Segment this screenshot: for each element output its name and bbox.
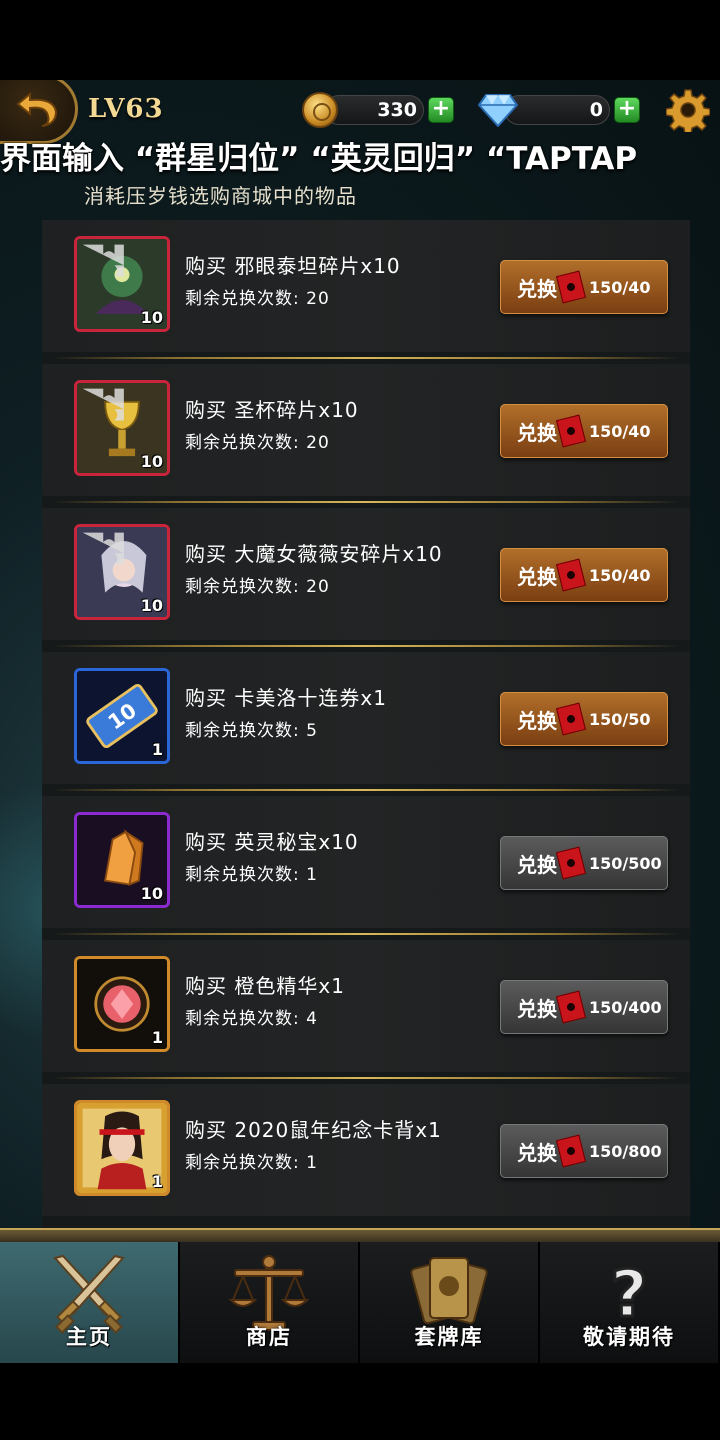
nav-tab-home[interactable]: 主页 [0, 1242, 180, 1363]
settings-gear-icon[interactable] [666, 88, 710, 132]
red-envelope-icon [555, 702, 587, 736]
item-name: 购买 英灵秘宝x10 [185, 830, 359, 854]
red-envelope-icon [555, 990, 587, 1024]
shop-item-row: 10 购买 圣杯碎片x10 剩余兑换次数: 20 兑换 150/40 [42, 364, 690, 503]
exchange-button-label: 兑换 [517, 564, 557, 589]
player-level: LV63 [88, 94, 164, 124]
nav-label-home: 主页 [66, 1325, 112, 1349]
item-quantity: 10 [140, 596, 163, 615]
item-remaining-exchanges: 剩余兑换次数: 1 [185, 1153, 318, 1173]
red-envelope-icon [555, 270, 587, 304]
exchange-button[interactable]: 兑换 150/800 [500, 1124, 668, 1178]
item-remaining-exchanges: 剩余兑换次数: 1 [185, 865, 318, 885]
item-quantity: 10 [140, 308, 163, 327]
nav-label-shop: 商店 [246, 1325, 292, 1349]
exchange-button-label: 兑换 [517, 420, 557, 445]
diamond-icon [478, 94, 518, 127]
nav-divider [0, 1228, 720, 1242]
red-envelope-icon [555, 558, 587, 592]
orange-essence-icon[interactable]: 1 [74, 956, 170, 1052]
exchange-price: 150/800 [589, 1141, 662, 1161]
add-coins-button[interactable]: + [428, 97, 454, 123]
exchange-price: 150/500 [589, 853, 662, 873]
shop-item-row: 10 购买 大魔女薇薇安碎片x10 剩余兑换次数: 20 兑换 150/40 [42, 508, 690, 647]
coin-currency: 330 + [302, 92, 454, 128]
shop-item-row: 10 购买 英灵秘宝x10 剩余兑换次数: 1 兑换 150/500 [42, 796, 690, 935]
item-name: 购买 橙色精华x1 [185, 974, 345, 998]
back-arrow-icon [15, 91, 57, 127]
gem-currency: 0 + [478, 92, 640, 128]
nav-label-deck: 套牌库 [414, 1325, 484, 1349]
exchange-button[interactable]: 兑换 150/40 [500, 260, 668, 314]
nav-tab-shop[interactable]: 商店 [180, 1242, 360, 1363]
exchange-button[interactable]: 兑换 150/50 [500, 692, 668, 746]
camelot-ticket-icon[interactable]: 10 1 [74, 668, 170, 764]
shop-item-row: 1 购买 橙色精华x1 剩余兑换次数: 4 兑换 150/400 [42, 940, 690, 1079]
exchange-button-label: 兑换 [517, 996, 557, 1021]
coin-amount: 330 [324, 95, 424, 125]
item-remaining-exchanges: 剩余兑换次数: 5 [185, 721, 318, 741]
shop-item-row: 10 购买 邪眼泰坦碎片x10 剩余兑换次数: 20 兑换 150/40 [42, 220, 690, 359]
exchange-button-label: 兑换 [517, 1140, 557, 1165]
item-remaining-exchanges: 剩余兑换次数: 4 [185, 1009, 318, 1029]
exchange-button-label: 兑换 [517, 276, 557, 301]
exchange-price: 150/40 [589, 277, 651, 297]
item-name: 购买 大魔女薇薇安碎片x10 [185, 542, 443, 566]
item-quantity: 1 [151, 740, 163, 759]
add-gems-button[interactable]: + [614, 97, 640, 123]
exchange-button[interactable]: 兑换 150/40 [500, 548, 668, 602]
exchange-button[interactable]: 兑换 150/500 [500, 836, 668, 890]
shop-item-list[interactable]: 10 购买 邪眼泰坦碎片x10 剩余兑换次数: 20 兑换 150/40 10 … [42, 220, 690, 1230]
exchange-button-label: 兑换 [517, 708, 557, 733]
item-quantity: 10 [140, 884, 163, 903]
item-name: 购买 2020鼠年纪念卡背x1 [185, 1118, 442, 1142]
shop-item-row: 10 1 购买 卡美洛十连券x1 剩余兑换次数: 5 兑换 150/50 [42, 652, 690, 791]
exchange-price: 150/40 [589, 565, 651, 585]
exchange-button[interactable]: 兑换 150/400 [500, 980, 668, 1034]
exchange-price: 150/400 [589, 997, 662, 1017]
item-quantity: 1 [151, 1172, 163, 1191]
exchange-price: 150/40 [589, 421, 651, 441]
bottom-nav: 主页 商店 套牌库 ? 敬请期待 [0, 1242, 720, 1363]
shop-subtitle: 消耗压岁钱选购商城中的物品 [84, 184, 357, 208]
red-envelope-icon [555, 846, 587, 880]
nav-tab-deck[interactable]: 套牌库 [360, 1242, 540, 1363]
shop-screen: LV63 330 + 0 + 界面输入 “群星归位” “英灵回归” “TAPTA… [0, 80, 720, 1363]
titan-fragment-icon[interactable]: 10 [74, 236, 170, 332]
announcement-marquee: 界面输入 “群星归位” “英灵回归” “TAPTAP [0, 141, 638, 177]
nav-label-coming-soon: 敬请期待 [583, 1325, 675, 1349]
item-name: 购买 圣杯碎片x10 [185, 398, 359, 422]
exchange-price: 150/50 [589, 709, 651, 729]
vivian-fragment-icon[interactable]: 10 [74, 524, 170, 620]
card-back-icon[interactable]: 1 [74, 1100, 170, 1196]
shop-item-row: 1 购买 2020鼠年纪念卡背x1 剩余兑换次数: 1 兑换 150/800 [42, 1084, 690, 1216]
crystal-treasure-icon[interactable]: 10 [74, 812, 170, 908]
top-bar: LV63 330 + 0 + [0, 80, 720, 144]
red-envelope-icon [555, 414, 587, 448]
gem-amount: 0 [504, 95, 610, 125]
exchange-button[interactable]: 兑换 150/40 [500, 404, 668, 458]
item-quantity: 10 [140, 452, 163, 471]
back-button[interactable] [0, 80, 78, 144]
item-remaining-exchanges: 剩余兑换次数: 20 [185, 289, 330, 309]
item-name: 购买 邪眼泰坦碎片x10 [185, 254, 401, 278]
exchange-button-label: 兑换 [517, 852, 557, 877]
item-remaining-exchanges: 剩余兑换次数: 20 [185, 433, 330, 453]
grail-fragment-icon[interactable]: 10 [74, 380, 170, 476]
nav-tab-coming-soon[interactable]: ? 敬请期待 [540, 1242, 720, 1363]
red-envelope-icon [555, 1134, 587, 1168]
item-name: 购买 卡美洛十连券x1 [185, 686, 387, 710]
coin-icon [302, 92, 338, 128]
item-quantity: 1 [151, 1028, 163, 1047]
item-remaining-exchanges: 剩余兑换次数: 20 [185, 577, 330, 597]
